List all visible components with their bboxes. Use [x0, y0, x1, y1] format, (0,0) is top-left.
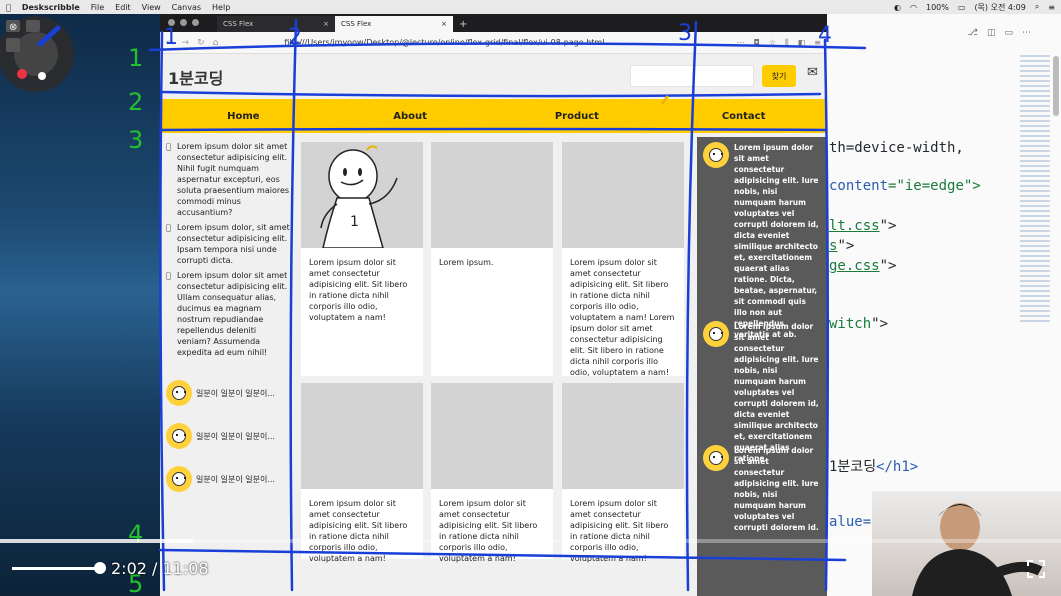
wifi-icon[interactable]: ◠ [910, 3, 917, 12]
column-number-1: 1 [164, 25, 178, 50]
video-time: 2:02 / 11:08 [111, 559, 209, 578]
battery-icon: ▭ [957, 2, 966, 12]
row-number-4: 4 [128, 520, 143, 548]
pen-cursor-icon [660, 95, 670, 105]
app-name[interactable]: Deskscribble [22, 3, 80, 12]
row-number-3: 3 [128, 126, 143, 154]
spotlight-icon[interactable]: ⌕ [1035, 2, 1039, 12]
volume-knob[interactable] [94, 562, 106, 574]
clock[interactable]: (목) 오전 4:09 [974, 2, 1025, 13]
annotation-line [158, 548, 847, 562]
annotation-line [685, 20, 698, 592]
annotation-line [160, 90, 822, 98]
annotation-line [823, 38, 830, 592]
menu-canvas[interactable]: Canvas [172, 3, 201, 12]
menu-edit[interactable]: Edit [115, 3, 131, 12]
column-number-4: 4 [818, 23, 832, 48]
row-number-2: 2 [128, 88, 143, 116]
apple-menu-icon[interactable]:  [6, 3, 11, 12]
webcam-inset [872, 491, 1061, 596]
control-center-icon[interactable]: ≡ [1048, 3, 1055, 12]
fullscreen-icon[interactable] [1026, 559, 1046, 579]
presenter-video [912, 503, 1043, 596]
annotation-line [159, 30, 166, 592]
column-number-2: 2 [288, 25, 302, 50]
video-progress-fill [0, 539, 194, 543]
column-number-3: 3 [678, 21, 692, 46]
annotation-line [148, 42, 867, 52]
menu-help[interactable]: Help [212, 3, 230, 12]
battery-label[interactable]: 100% [926, 3, 949, 12]
annotation-line [158, 127, 828, 132]
menu-file[interactable]: File [91, 3, 104, 12]
row-number-1: 1 [128, 44, 143, 72]
volume-slider[interactable] [12, 567, 100, 570]
macos-menubar:  Deskscribble File Edit View Canvas Hel… [0, 0, 1061, 14]
status-icon[interactable]: ◐ [894, 3, 901, 12]
menu-view[interactable]: View [142, 3, 161, 12]
annotation-line [289, 18, 298, 592]
